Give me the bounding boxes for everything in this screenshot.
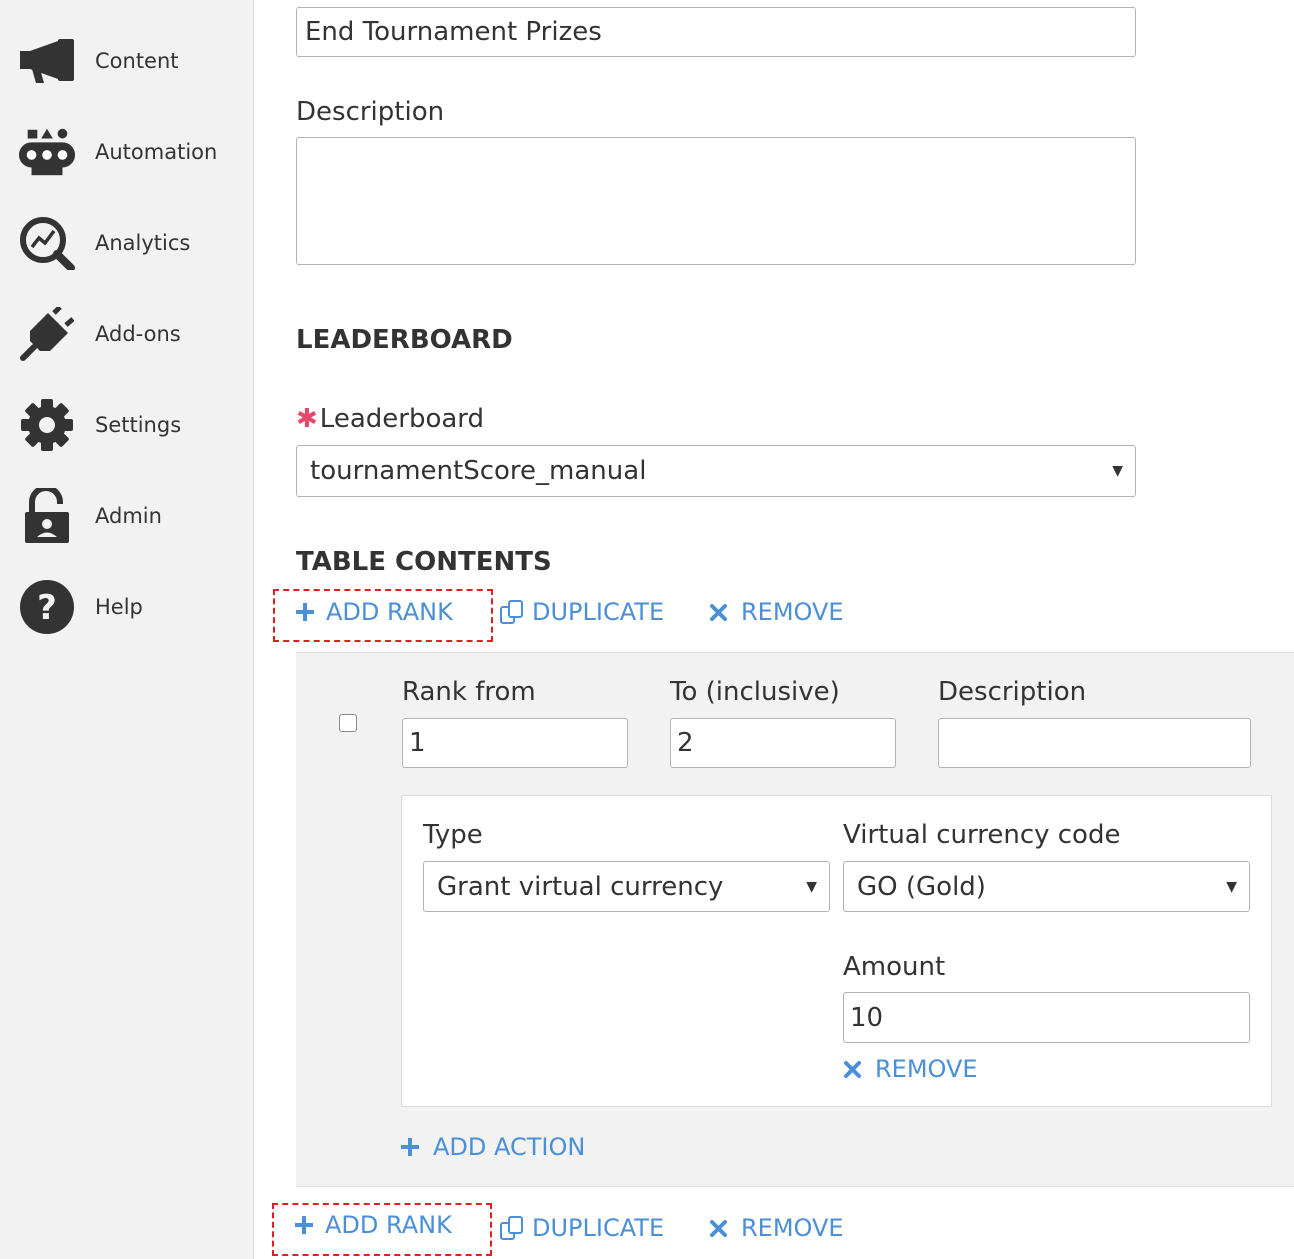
amount-input[interactable]: 10 — [843, 992, 1250, 1043]
leaderboard-label-text: Leaderboard — [319, 404, 485, 434]
name-field[interactable]: End Tournament Prizes — [296, 7, 1136, 57]
action-card: Type Grant virtual currency ▼ Virtual cu… — [401, 795, 1272, 1107]
add-rank-label: ADD RANK — [325, 1211, 452, 1239]
description-label: Description — [296, 97, 445, 127]
help-icon: ? — [18, 578, 76, 636]
plus-icon — [295, 1216, 313, 1234]
gear-icon — [18, 396, 76, 454]
sidebar-item-automation[interactable]: Automation — [0, 117, 254, 187]
sidebar-item-label: Content — [95, 49, 179, 73]
copy-icon — [500, 1216, 524, 1240]
rank-to-label: To (inclusive) — [670, 677, 840, 707]
description-textarea[interactable] — [296, 137, 1136, 265]
duplicate-label: DUPLICATE — [532, 1214, 665, 1242]
type-select[interactable]: Grant virtual currency ▼ — [423, 861, 830, 912]
dropdown-caret-icon: ▼ — [1112, 463, 1123, 479]
duplicate-label: DUPLICATE — [532, 598, 665, 626]
remove-action-button[interactable]: REMOVE — [844, 1055, 978, 1083]
leaderboard-select-value: tournamentScore_manual — [310, 456, 647, 486]
analytics-icon — [18, 214, 76, 272]
add-action-label: ADD ACTION — [433, 1133, 586, 1161]
add-rank-button[interactable]: ADD RANK — [296, 598, 453, 626]
close-icon — [844, 1060, 861, 1078]
rank-to-input[interactable]: 2 — [670, 718, 896, 768]
automation-icon — [18, 123, 76, 181]
currency-code-select-value: GO (Gold) — [857, 871, 986, 902]
plus-icon — [401, 1138, 419, 1156]
megaphone-icon — [18, 32, 76, 90]
sidebar-item-content[interactable]: Content — [0, 26, 254, 96]
rank-description-label: Description — [938, 677, 1087, 707]
type-label: Type — [423, 820, 483, 850]
rank-from-label: Rank from — [402, 677, 536, 707]
lock-icon — [18, 487, 76, 545]
remove-action-label: REMOVE — [875, 1055, 978, 1083]
plus-icon — [296, 603, 314, 621]
remove-label: REMOVE — [741, 598, 844, 626]
sidebar-item-help[interactable]: ? Help — [0, 572, 254, 642]
close-icon — [710, 603, 727, 621]
sidebar: Content Automation Analytics Add-ons Set… — [0, 0, 254, 1259]
sidebar-item-label: Automation — [95, 140, 218, 164]
currency-code-select[interactable]: GO (Gold) ▼ — [843, 861, 1250, 912]
remove-label: REMOVE — [741, 1214, 844, 1242]
rank-description-input[interactable] — [938, 718, 1251, 768]
rank-row: Rank from 1 To (inclusive) 2 Description… — [296, 652, 1294, 1187]
leaderboard-label: ✱Leaderboard — [296, 404, 484, 434]
required-asterisk-icon: ✱ — [296, 404, 318, 434]
leaderboard-select[interactable]: tournamentScore_manual ▼ — [296, 445, 1136, 497]
add-rank-button[interactable]: ADD RANK — [295, 1211, 452, 1239]
sidebar-item-label: Admin — [95, 504, 162, 528]
sidebar-item-label: Settings — [95, 413, 182, 437]
sidebar-item-label: Analytics — [95, 231, 191, 255]
dropdown-caret-icon: ▼ — [806, 878, 817, 895]
remove-button[interactable]: REMOVE — [710, 598, 844, 626]
remove-button[interactable]: REMOVE — [710, 1214, 844, 1242]
duplicate-button[interactable]: DUPLICATE — [500, 598, 664, 626]
table-contents-title: TABLE CONTENTS — [296, 547, 552, 577]
currency-code-label: Virtual currency code — [843, 820, 1121, 850]
sidebar-item-add-ons[interactable]: Add-ons — [0, 299, 254, 369]
sidebar-item-label: Help — [95, 595, 143, 619]
rank-select-checkbox[interactable] — [339, 714, 357, 732]
dropdown-caret-icon: ▼ — [1226, 878, 1237, 895]
svg-text:?: ? — [37, 588, 57, 628]
rank-from-input[interactable]: 1 — [402, 718, 628, 768]
close-icon — [710, 1219, 727, 1237]
sidebar-item-label: Add-ons — [95, 322, 181, 346]
leaderboard-section-title: LEADERBOARD — [296, 325, 513, 355]
main-content: End Tournament Prizes Description LEADER… — [254, 0, 1294, 1259]
plug-icon — [18, 305, 76, 363]
sidebar-item-admin[interactable]: Admin — [0, 481, 254, 551]
sidebar-item-analytics[interactable]: Analytics — [0, 208, 254, 278]
duplicate-button[interactable]: DUPLICATE — [500, 1214, 664, 1242]
sidebar-item-settings[interactable]: Settings — [0, 390, 254, 460]
amount-label: Amount — [843, 952, 946, 982]
add-action-button[interactable]: ADD ACTION — [401, 1133, 585, 1161]
copy-icon — [500, 600, 524, 624]
add-rank-label: ADD RANK — [326, 598, 453, 626]
type-select-value: Grant virtual currency — [437, 871, 724, 902]
